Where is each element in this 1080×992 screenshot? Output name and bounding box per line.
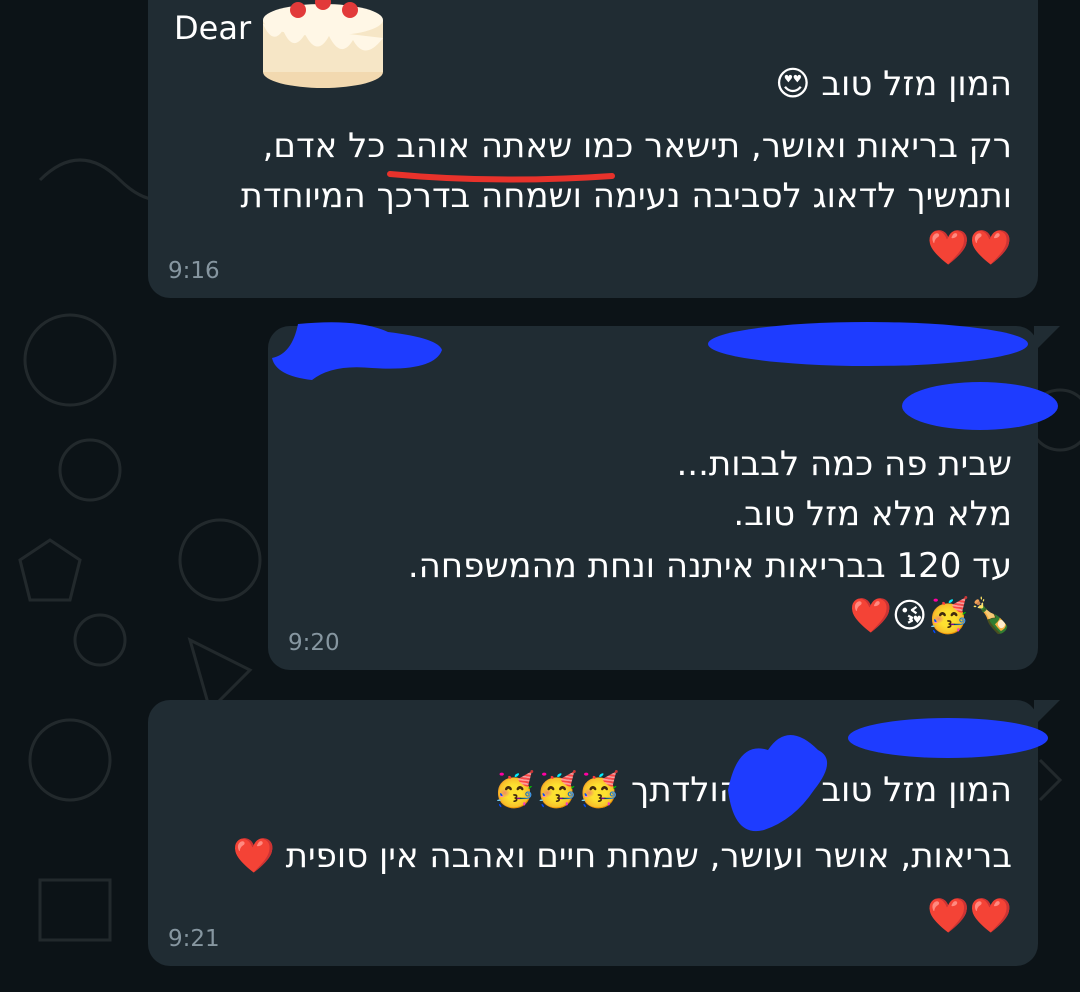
message-line: עד 120 בבריאות איתנה ונחת מהמשפחה. — [407, 546, 1012, 586]
message-bubble-2[interactable]: שבית פה כמה לבבות... מלא מלא מזל טוב. עד… — [268, 322, 1060, 670]
message-bubble-1[interactable]: Dear המון מזל טוב 😍 רק בריאות ואושר, תיש… — [148, 0, 1038, 298]
celebration-emojis: 🍾🥳😘❤️ — [849, 596, 1012, 636]
message-line: רק בריאות ואושר, תישאר כמו שאתה אוהב כל … — [262, 126, 1012, 166]
hearts-emoji: ❤️❤️ — [927, 228, 1012, 268]
message-line: ותמשיך לדאוג לסביבה נעימה ושמחה בדרכך המ… — [240, 176, 1012, 216]
redaction-scribble — [728, 718, 1048, 832]
message-line: בריאות, אושר ועושר, שמחת חיים ואהבה אין … — [232, 836, 1012, 876]
message-bubble-3[interactable]: המון מזל טוב ליום הולדתך 🥳🥳🥳 בריאות, אוש… — [148, 700, 1060, 966]
hearts-emoji: ❤️❤️ — [927, 896, 1012, 936]
message-line: מלא מלא מזל טוב. — [733, 494, 1012, 534]
message-timestamp: 9:21 — [168, 926, 220, 952]
message-line: שבית פה כמה לבבות... — [676, 444, 1012, 484]
message-timestamp: 9:20 — [288, 630, 340, 656]
redaction-scribble — [272, 322, 1058, 430]
message-line: המון מזל טוב 😍 — [775, 64, 1012, 104]
message-timestamp: 9:16 — [168, 258, 220, 284]
